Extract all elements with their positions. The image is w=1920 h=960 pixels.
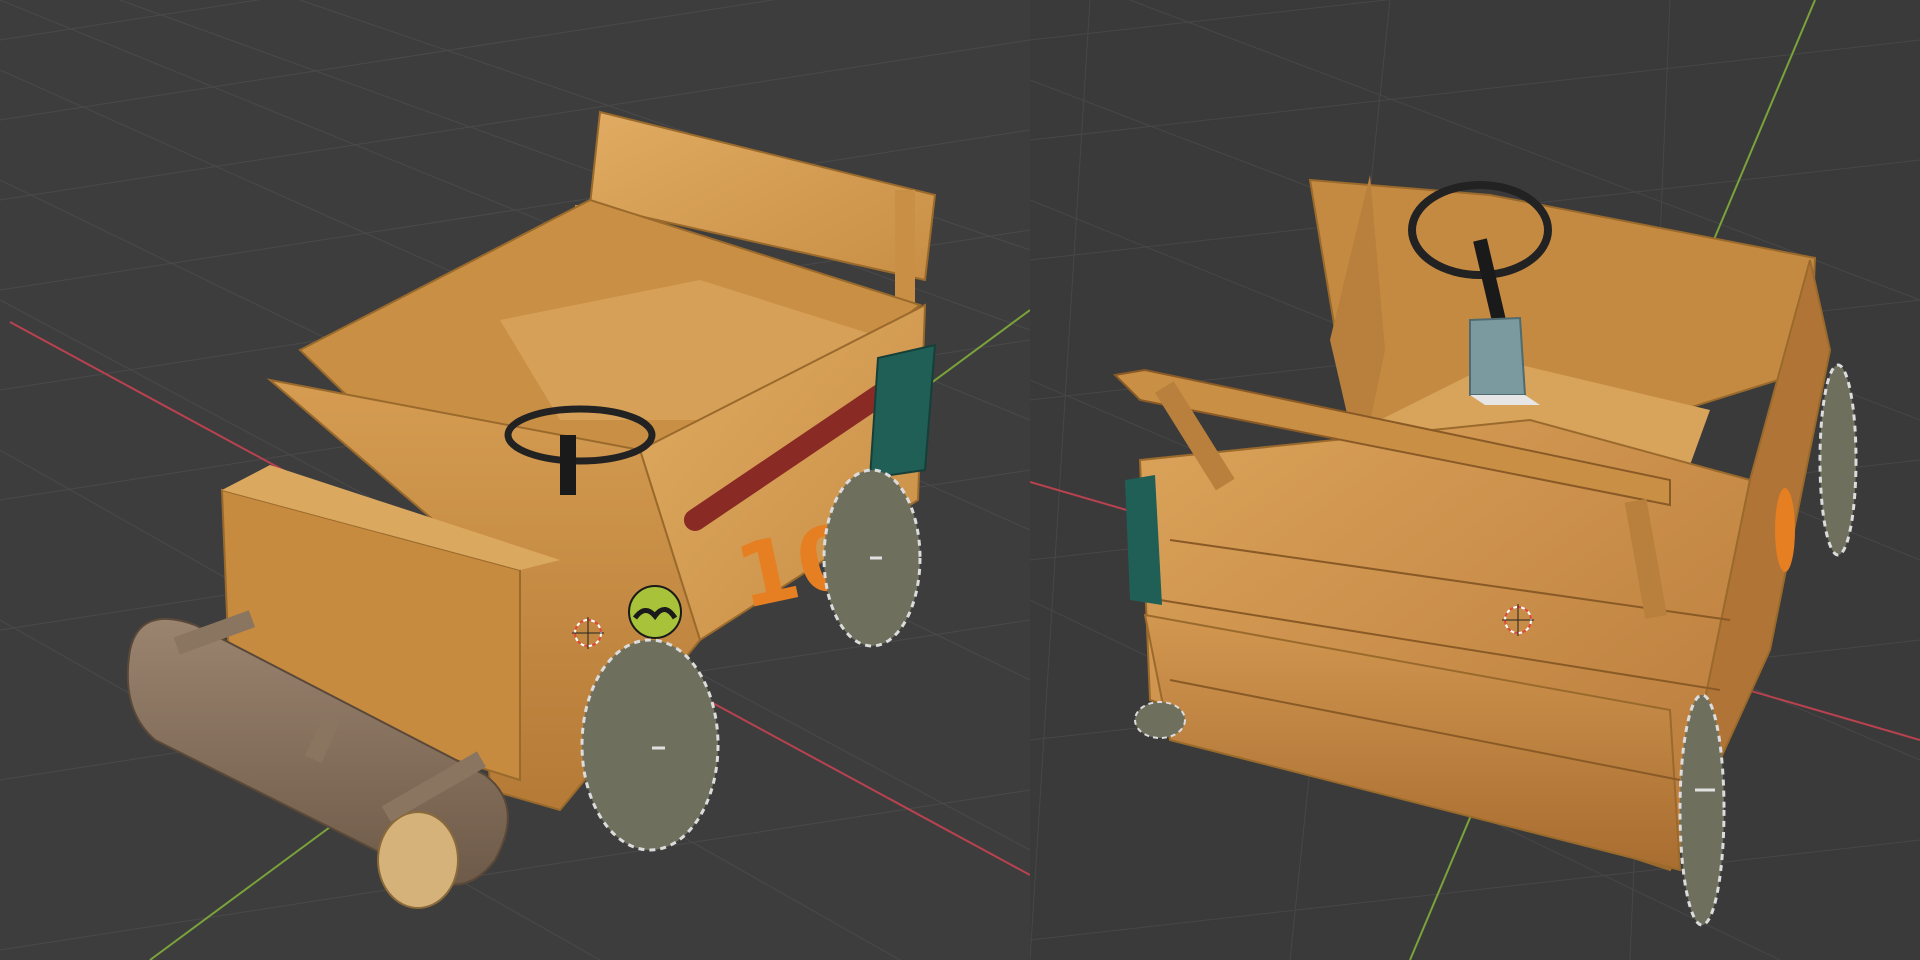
viewport-left[interactable]: 10 (0, 0, 1030, 960)
saw-blade-wheel-rear[interactable] (822, 468, 922, 648)
saw-blade-wheel-right-front[interactable] (1818, 363, 1858, 557)
viewport-right[interactable] (1030, 0, 1920, 960)
bat-emblem (628, 585, 682, 639)
blender-viewport-comparison: 10 (0, 0, 1920, 960)
saw-blade-wheel-left-rear[interactable] (1134, 701, 1186, 739)
viewport-left-canvas[interactable]: 10 (0, 0, 1030, 960)
saw-blade-wheel-front[interactable] (580, 638, 720, 852)
green-panel[interactable] (868, 343, 937, 480)
saw-blade-wheel-right-rear[interactable] (1678, 693, 1726, 927)
car-number-side (1775, 488, 1795, 572)
viewport-right-canvas[interactable] (1030, 0, 1920, 960)
